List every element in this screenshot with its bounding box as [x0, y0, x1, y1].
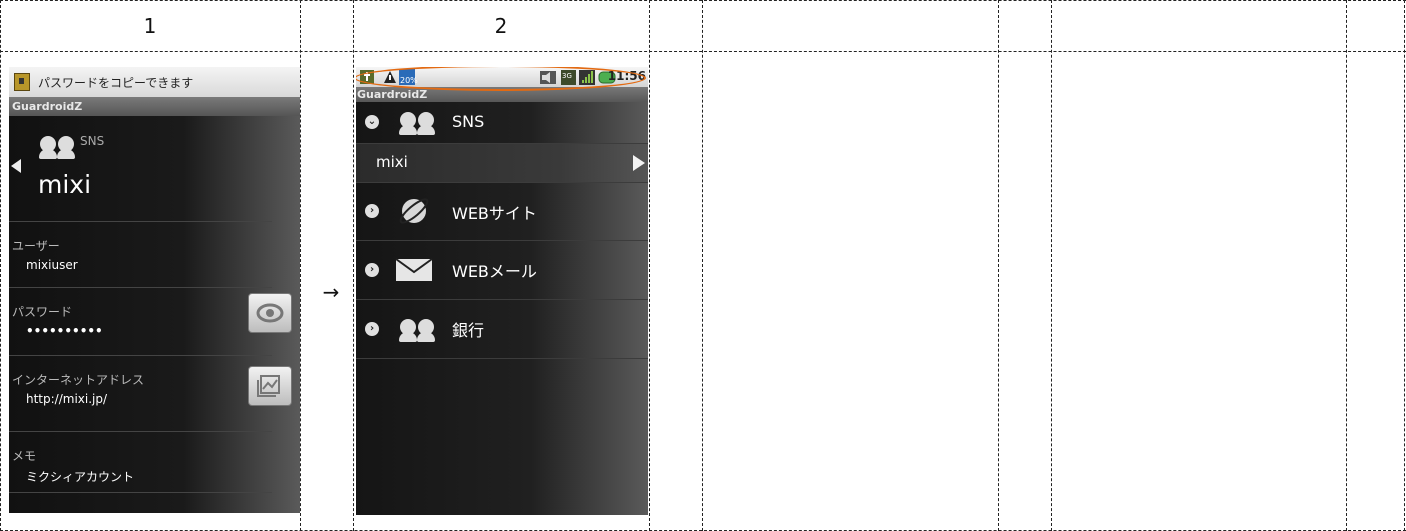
status-bar: 20% 3G 11:56 [356, 67, 648, 91]
field-value[interactable]: http://mixi.jp/ [9, 388, 272, 406]
grid-line [0, 0, 1, 531]
category-label: WEBサイト [452, 204, 537, 223]
field-label: ユーザー [12, 239, 60, 253]
category-row-sns[interactable]: ⌄ SNS [356, 102, 648, 144]
column-header-1: 1 [143, 14, 157, 38]
people-icon [38, 136, 76, 159]
show-password-button[interactable] [248, 293, 292, 333]
category-label: WEBメール [452, 262, 537, 281]
category-label: 銀行 [452, 321, 485, 340]
grid-line [998, 0, 999, 531]
field-label: インターネットアドレス [12, 373, 145, 387]
field-memo: メモ ミクシィアカウント [9, 432, 272, 493]
grid-line [0, 51, 1406, 52]
grid-line [702, 0, 703, 531]
grid-line [300, 0, 301, 531]
transition-arrow: → [322, 280, 340, 304]
grid-line [1051, 0, 1052, 531]
lock-notification-icon [14, 73, 30, 91]
category-label: SNS [452, 112, 485, 131]
field-value[interactable]: ミクシィアカウント [9, 464, 272, 485]
field-user: ユーザー mixiuser [9, 222, 272, 288]
app-title: GuardroidZ [9, 97, 300, 116]
browser-icon [257, 375, 280, 397]
globe-icon [399, 198, 429, 224]
grid-line [1346, 0, 1347, 531]
grid-line [649, 0, 650, 531]
list-item-mixi[interactable]: mixi [356, 144, 648, 183]
grid-line [353, 0, 354, 531]
notification-bar: パスワードをコピーできます [9, 67, 300, 97]
people-icon [398, 112, 436, 135]
category-label: SNS [80, 134, 105, 148]
people-icon [398, 319, 436, 342]
field-label: パスワード [12, 305, 73, 319]
account-header: SNS mixi [9, 116, 272, 222]
chevron-right-icon: › [365, 204, 379, 218]
chevron-right-icon: › [365, 322, 379, 336]
chevron-right-icon: › [365, 263, 379, 277]
account-name: mixi [38, 170, 92, 199]
screen-account-detail: パスワードをコピーできます GuardroidZ SNS mixi ユーザー m… [9, 67, 300, 513]
open-item-arrow-icon [633, 155, 645, 171]
grid-line [1404, 0, 1405, 531]
notification-text: パスワードをコピーできます [38, 75, 194, 90]
open-url-button[interactable] [248, 366, 292, 406]
back-arrow-icon[interactable] [11, 159, 21, 173]
field-label: メモ [12, 449, 37, 463]
envelope-icon [395, 258, 433, 281]
category-row-websites[interactable]: › WEBサイト [356, 183, 648, 241]
field-value[interactable]: mixiuser [9, 254, 272, 272]
category-row-webmail[interactable]: › WEBメール [356, 241, 648, 300]
field-value[interactable]: •••••••••• [9, 320, 272, 338]
column-header-2: 2 [494, 14, 508, 38]
grid-line [0, 0, 1406, 1]
screen-category-list: 20% 3G 11:56 GuardroidZ ⌄ SNS mixi › WEB… [356, 67, 648, 515]
chevron-down-icon: ⌄ [365, 115, 379, 129]
item-label: mixi [376, 153, 408, 171]
field-password: パスワード •••••••••• [9, 288, 272, 356]
field-url: インターネットアドレス http://mixi.jp/ [9, 356, 272, 432]
category-row-bank[interactable]: › 銀行 [356, 300, 648, 359]
eye-icon [256, 303, 284, 323]
